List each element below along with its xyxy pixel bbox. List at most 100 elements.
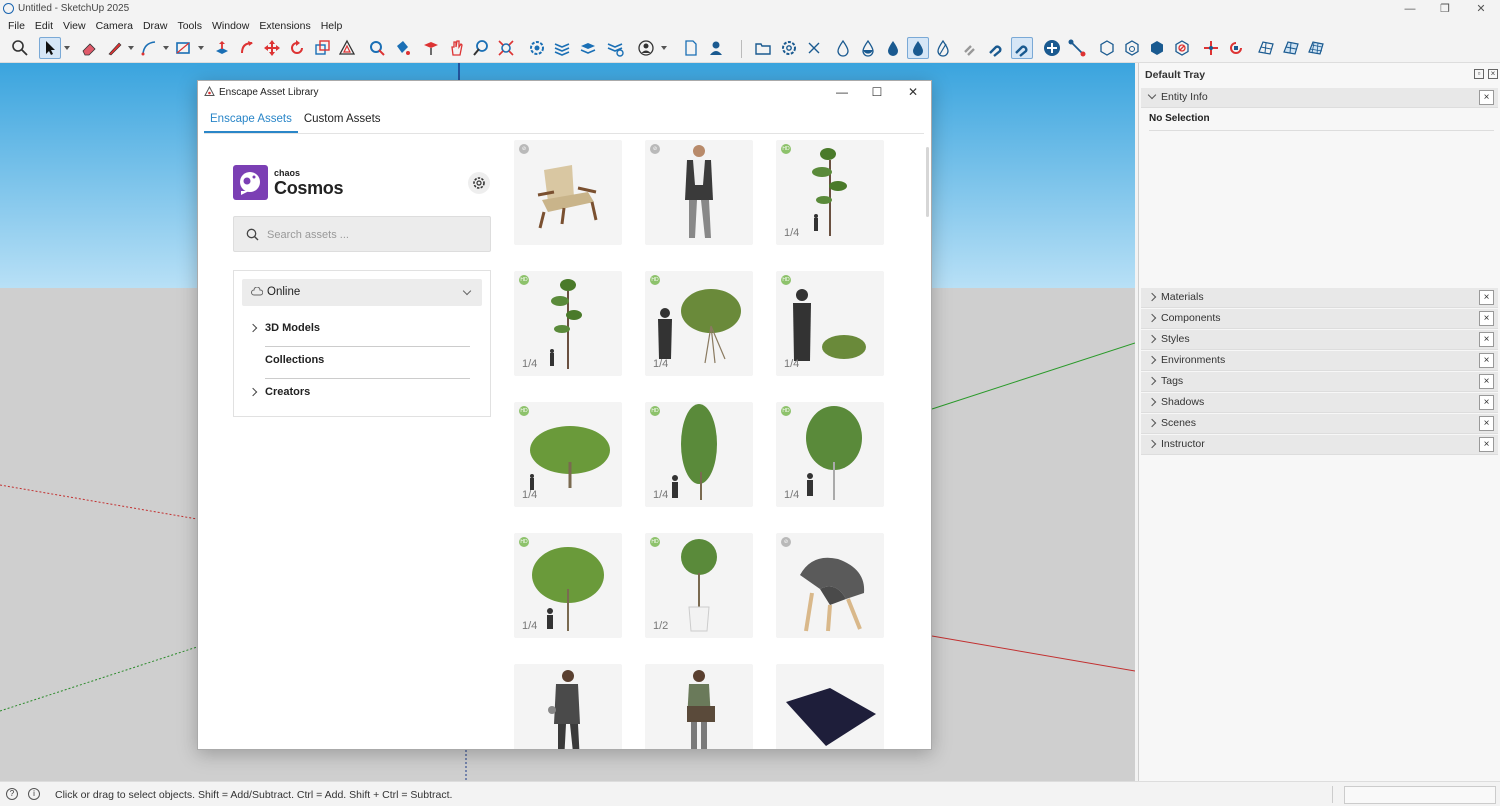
zoom-icon[interactable] [470, 37, 492, 59]
select-dropdown-icon[interactable] [64, 46, 70, 50]
folder-icon[interactable] [752, 37, 774, 59]
close-icon[interactable]: × [1479, 332, 1494, 347]
menu-help[interactable]: Help [316, 18, 348, 35]
drop-half-icon[interactable] [857, 37, 879, 59]
draw-dropdown-icon[interactable] [128, 46, 134, 50]
help-icon[interactable]: ? [6, 788, 18, 800]
arc-icon[interactable] [138, 37, 160, 59]
asset-card[interactable] [776, 664, 884, 749]
asset-card[interactable]: HD 1/4 [514, 402, 622, 507]
offset-icon[interactable] [336, 37, 358, 59]
panel-scenes[interactable]: Scenes × [1141, 414, 1498, 434]
refresh-icon[interactable] [1225, 37, 1247, 59]
asset-card[interactable]: HD 1/4 [645, 402, 753, 507]
tab-custom-assets[interactable]: Custom Assets [298, 111, 387, 133]
panel-instructor[interactable]: Instructor × [1141, 435, 1498, 455]
menu-extensions[interactable]: Extensions [254, 18, 315, 35]
close-icon[interactable]: × [1479, 374, 1494, 389]
drop-outline-icon[interactable] [832, 37, 854, 59]
asset-card[interactable]: HD 1/4 [514, 271, 622, 376]
add-circle-icon[interactable] [1041, 37, 1063, 59]
tray-close-icon[interactable]: × [1488, 69, 1498, 79]
nav-3d-models[interactable]: 3D Models [242, 313, 470, 345]
hex-cloud-icon[interactable] [1121, 37, 1143, 59]
panel-materials[interactable]: Materials × [1141, 288, 1498, 308]
move-icon[interactable] [261, 37, 283, 59]
restore-icon[interactable]: ❐ [1430, 1, 1460, 17]
close-icon[interactable]: × [1479, 290, 1494, 305]
asset-card[interactable] [514, 664, 622, 749]
settings-button[interactable] [468, 172, 490, 194]
asset-card[interactable] [645, 664, 753, 749]
rectangle-icon[interactable] [172, 37, 194, 59]
line-node-icon[interactable] [1066, 37, 1088, 59]
menu-tools[interactable]: Tools [172, 18, 207, 35]
panel-styles[interactable]: Styles × [1141, 330, 1498, 350]
menu-file[interactable]: File [0, 18, 30, 35]
menu-edit[interactable]: Edit [30, 18, 58, 35]
user-settings-icon[interactable] [706, 37, 728, 59]
settings-gear-icon[interactable] [778, 37, 800, 59]
panel-tags[interactable]: Tags × [1141, 372, 1498, 392]
search-input[interactable] [267, 226, 477, 244]
account-dropdown-icon[interactable] [661, 46, 667, 50]
select-tool-icon[interactable] [39, 37, 61, 59]
close-icon[interactable]: × [1479, 353, 1494, 368]
pin-icon[interactable]: ▫ [1474, 69, 1484, 79]
search-icon[interactable] [9, 37, 31, 59]
panel-entity-info[interactable]: Entity Info × [1141, 88, 1498, 108]
close-icon[interactable]: × [1479, 90, 1494, 105]
stack-icon[interactable] [577, 37, 599, 59]
asset-card[interactable]: HD 1/4 [776, 271, 884, 376]
panel-environments[interactable]: Environments × [1141, 351, 1498, 371]
section-plane-icon[interactable] [420, 37, 442, 59]
asset-card[interactable]: HD 1/2 [645, 533, 753, 638]
gear-icon[interactable] [526, 37, 548, 59]
close-icon[interactable]: ✕ [903, 84, 923, 100]
scale-icon[interactable] [311, 37, 333, 59]
asset-card[interactable]: HD 1/4 [776, 402, 884, 507]
account-icon[interactable] [635, 37, 657, 59]
mesh-dense-icon[interactable] [1305, 37, 1327, 59]
close-icon[interactable]: ✕ [1466, 1, 1496, 17]
panel-shadows[interactable]: Shadows × [1141, 393, 1498, 413]
menu-camera[interactable]: Camera [91, 18, 138, 35]
rotate-icon[interactable] [286, 37, 308, 59]
layers-icon[interactable] [551, 37, 573, 59]
measurements-box[interactable] [1344, 786, 1496, 804]
arc-dropdown-icon[interactable] [163, 46, 169, 50]
drop-filled-icon[interactable] [882, 37, 904, 59]
magnet-active-icon[interactable] [1011, 37, 1033, 59]
hex-filled-icon[interactable] [1146, 37, 1168, 59]
menu-window[interactable]: Window [207, 18, 254, 35]
drop-active-icon[interactable] [907, 37, 929, 59]
menu-view[interactable]: View [58, 18, 91, 35]
magnet-icon[interactable] [985, 37, 1007, 59]
panel-components[interactable]: Components × [1141, 309, 1498, 329]
paint-bucket-icon[interactable] [391, 37, 413, 59]
hex-blocked-icon[interactable] [1171, 37, 1193, 59]
tape-measure-icon[interactable] [366, 37, 388, 59]
source-select[interactable]: Online [242, 279, 482, 306]
maximize-icon[interactable]: ☐ [867, 84, 887, 100]
asset-card[interactable]: HD 1/4 [514, 533, 622, 638]
asset-card[interactable]: HD 1/4 [776, 140, 884, 245]
pencil-icon[interactable] [104, 37, 126, 59]
asset-card[interactable]: ⊘ [514, 140, 622, 245]
asset-card[interactable]: HD 1/4 [645, 271, 753, 376]
asset-card[interactable]: ⊘ [776, 533, 884, 638]
magnet-off-icon[interactable] [959, 37, 981, 59]
eraser-icon[interactable] [78, 37, 100, 59]
info-icon[interactable]: i [28, 788, 40, 800]
asset-card[interactable]: ⊘ [645, 140, 753, 245]
render-icon[interactable] [604, 37, 626, 59]
minimize-icon[interactable]: — [832, 84, 852, 100]
shape-dropdown-icon[interactable] [198, 46, 204, 50]
zoom-extents-icon[interactable] [495, 37, 517, 59]
close-icon[interactable]: × [1479, 395, 1494, 410]
mesh-icon[interactable] [1255, 37, 1277, 59]
nav-collections[interactable]: Collections [242, 345, 470, 377]
new-file-icon[interactable] [680, 37, 702, 59]
close-icon[interactable]: × [1479, 437, 1494, 452]
menu-draw[interactable]: Draw [138, 18, 173, 35]
